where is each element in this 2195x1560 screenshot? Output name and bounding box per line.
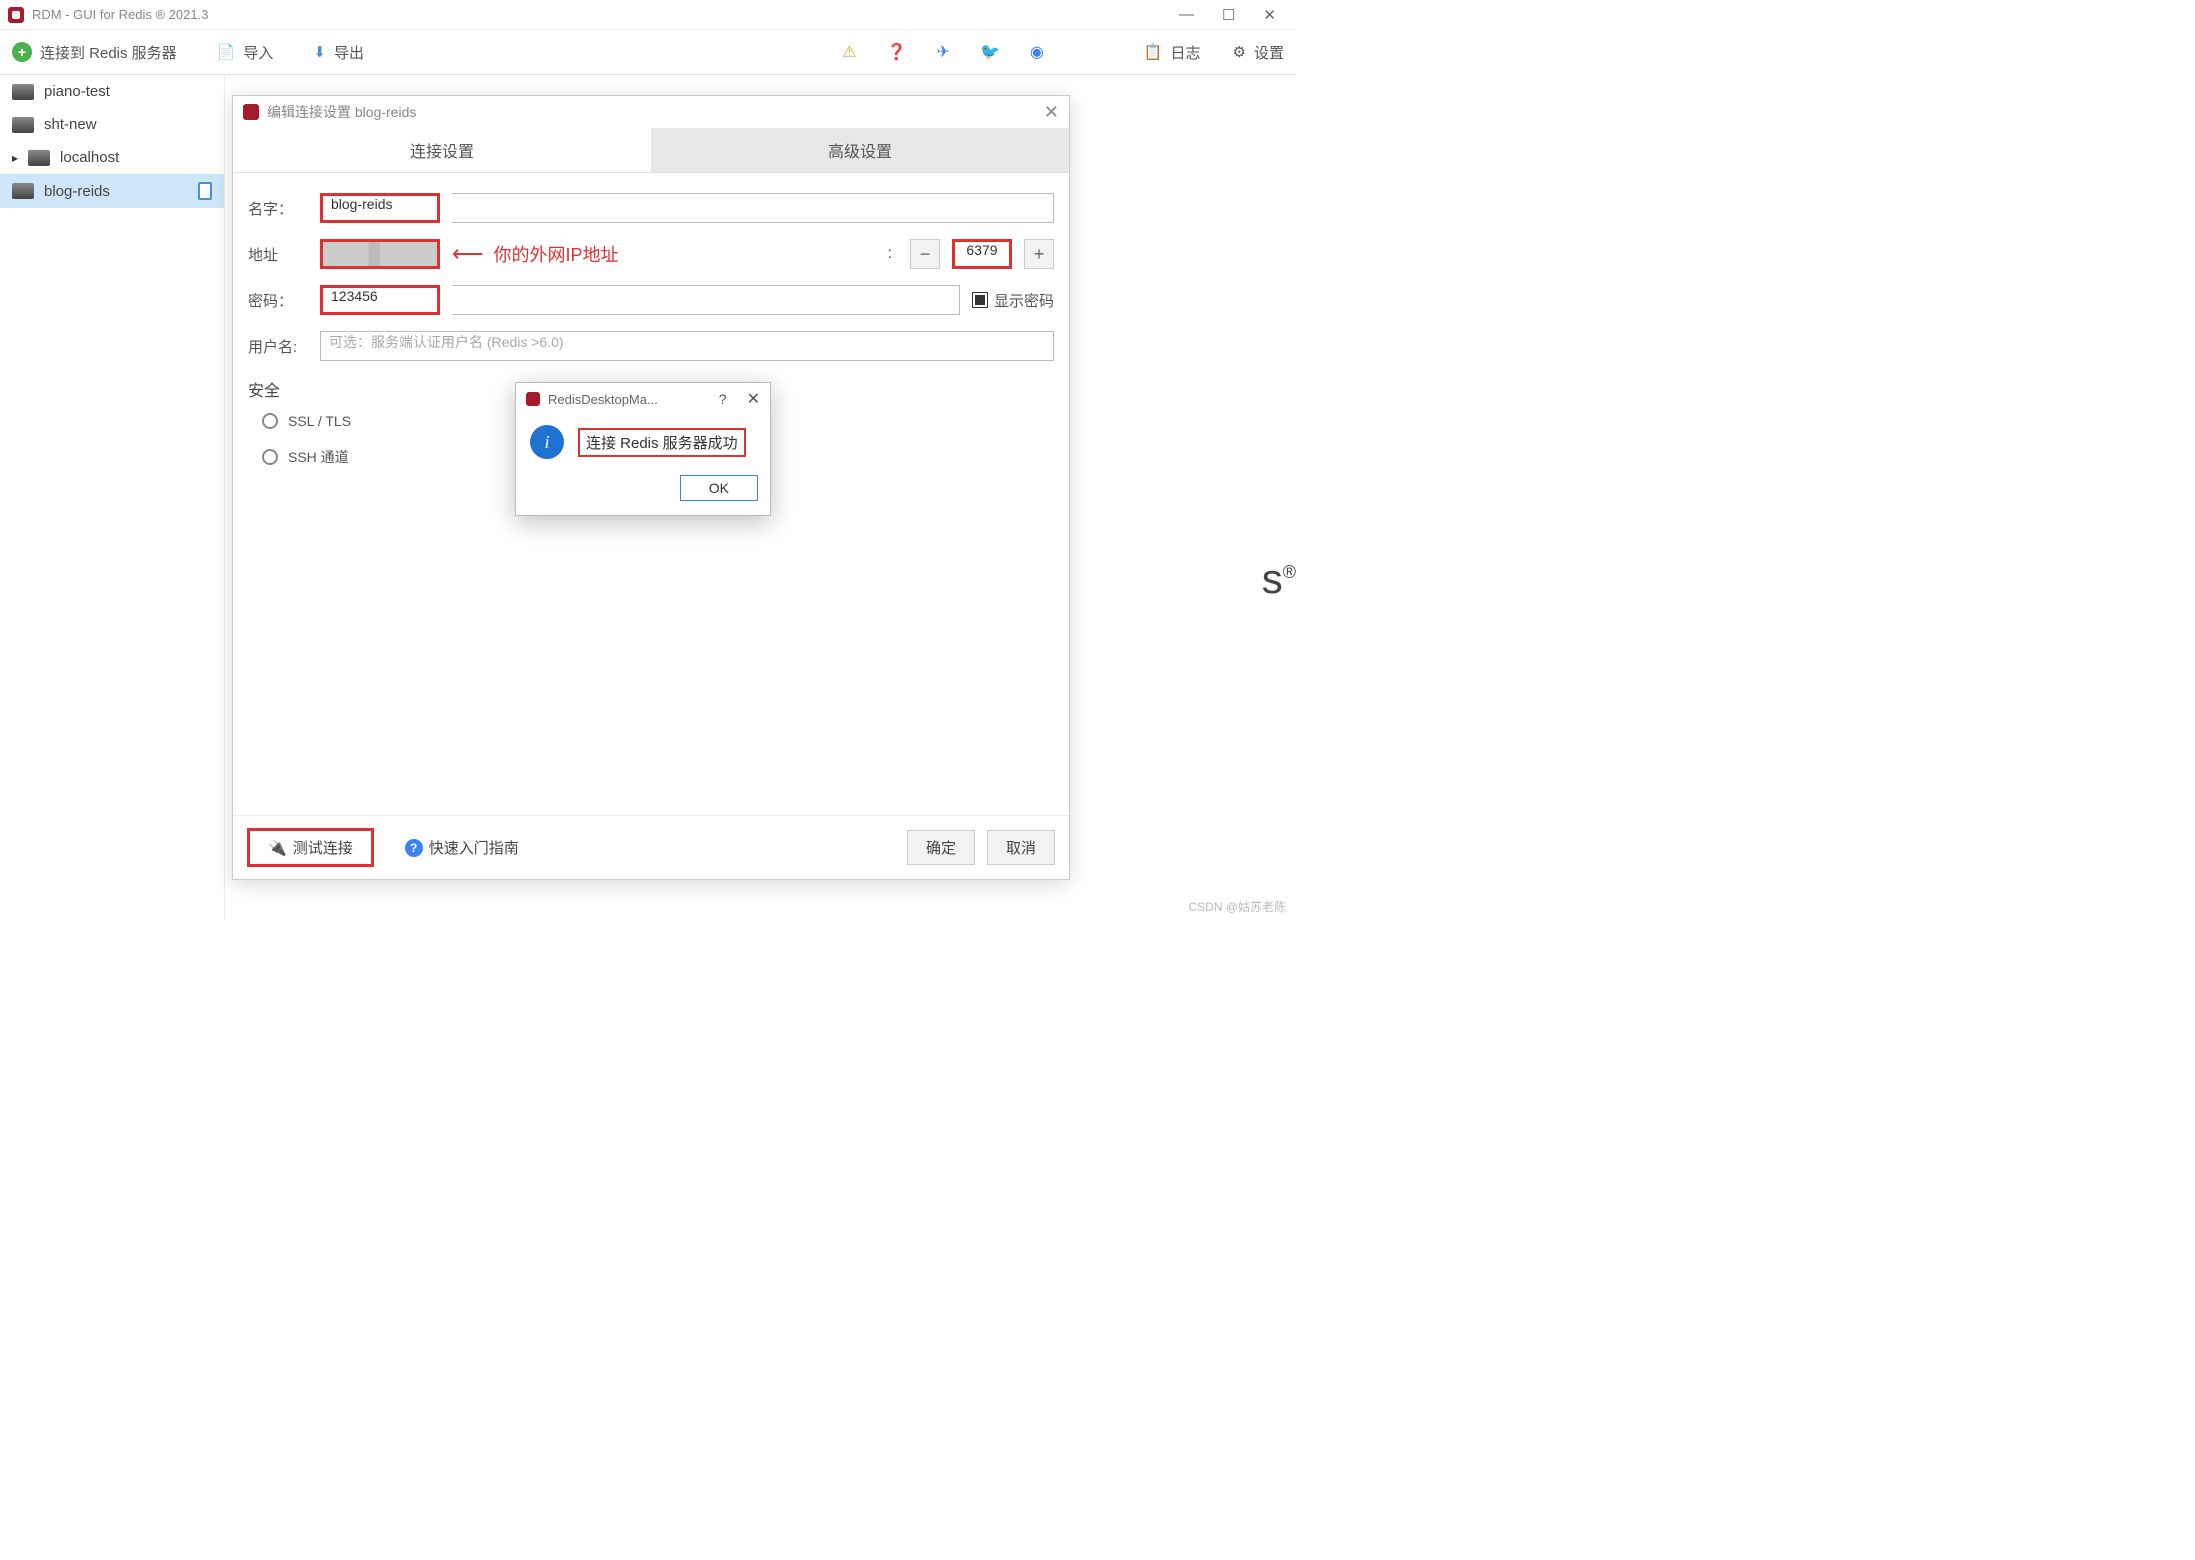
username-input[interactable]: 可选：服务端认证用户名 (Redis >6.0) — [320, 331, 1054, 361]
import-icon: 📄 — [217, 43, 236, 61]
address-input[interactable]: ____ — [320, 239, 440, 269]
radio-icon — [262, 449, 278, 465]
address-colon: : — [882, 245, 898, 263]
cancel-button[interactable]: 取消 — [987, 830, 1055, 865]
password-input-rest[interactable] — [452, 285, 960, 315]
plus-icon: + — [12, 42, 32, 62]
help-icon[interactable]: ❓ — [887, 42, 907, 62]
row-name: 名字： blog-reids — [248, 193, 1054, 223]
watermark: CSDN @姑苏老陈 — [1188, 898, 1286, 915]
dialog-footer: 🔌 测试连接 ? 快速入门指南 确定 取消 — [233, 815, 1069, 879]
dialog-tabs: 连接设置 高级设置 — [233, 128, 1069, 173]
connection-sidebar: piano-test sht-new ▸ localhost blog-reid… — [0, 75, 225, 921]
server-icon — [12, 183, 34, 199]
password-input[interactable]: 123456 — [320, 285, 440, 315]
msgbox-help-button[interactable]: ? — [719, 391, 727, 407]
clipboard-icon[interactable] — [198, 182, 212, 200]
name-input-rest[interactable] — [452, 193, 1054, 223]
background-logo-fragment: s® — [1262, 555, 1296, 603]
import-button[interactable]: 📄 导入 — [217, 42, 274, 63]
question-icon: ? — [405, 839, 423, 857]
label-address: 地址 — [248, 244, 308, 265]
label-password: 密码： — [248, 290, 308, 311]
connection-item-piano-test[interactable]: piano-test — [0, 75, 224, 108]
warning-icon[interactable]: ⚠ — [842, 42, 856, 62]
log-button[interactable]: 📋 日志 — [1144, 42, 1201, 63]
server-icon — [28, 150, 50, 166]
log-icon: 📋 — [1144, 43, 1163, 61]
label-username: 用户名: — [248, 336, 308, 357]
msgbox-titlebar: RedisDesktopMa... ? ✕ — [516, 383, 770, 415]
plug-icon: 🔌 — [268, 839, 287, 857]
connection-item-sht-new[interactable]: sht-new — [0, 108, 224, 141]
dialog-close-button[interactable]: ✕ — [1044, 102, 1059, 123]
test-connection-button[interactable]: 🔌 测试连接 — [247, 828, 374, 867]
checkbox-icon — [972, 292, 988, 308]
gear-icon: ⚙ — [1233, 43, 1246, 61]
msgbox-message: 连接 Redis 服务器成功 — [578, 428, 746, 457]
window-titlebar: RDM - GUI for Redis ® 2021.3 — ☐ ✕ — [0, 0, 1296, 30]
name-input[interactable]: blog-reids — [320, 193, 440, 223]
expand-icon[interactable]: ▸ — [12, 151, 18, 165]
window-controls: — ☐ ✕ — [1179, 6, 1288, 24]
show-password-toggle[interactable]: 显示密码 — [972, 290, 1054, 311]
export-icon: ⬇ — [313, 43, 326, 61]
maximize-button[interactable]: ☐ — [1222, 6, 1235, 24]
dialog-titlebar: 编辑连接设置 blog-reids ✕ — [233, 96, 1069, 128]
port-decrement[interactable]: − — [910, 239, 940, 269]
server-icon — [12, 84, 34, 100]
msgbox-title: RedisDesktopMa... — [548, 392, 711, 407]
arrow-left-icon: ⟵ — [452, 241, 484, 267]
github-icon[interactable]: ◉ — [1030, 42, 1044, 62]
main-toolbar: + 连接到 Redis 服务器 📄 导入 ⬇ 导出 ⚠ ❓ ✈ 🐦 ◉ 📋 日志… — [0, 30, 1296, 75]
toolbar-right: 📋 日志 ⚙ 设置 — [1144, 42, 1284, 63]
row-password: 密码： 123456 显示密码 — [248, 285, 1054, 315]
message-box: RedisDesktopMa... ? ✕ i 连接 Redis 服务器成功 O… — [515, 382, 771, 516]
tab-advanced-settings[interactable]: 高级设置 — [651, 128, 1069, 172]
close-button[interactable]: ✕ — [1263, 6, 1276, 24]
window-title: RDM - GUI for Redis ® 2021.3 — [32, 7, 208, 22]
telegram-icon[interactable]: ✈ — [937, 42, 950, 62]
port-increment[interactable]: + — [1024, 239, 1054, 269]
connect-label: 连接到 Redis 服务器 — [40, 42, 177, 63]
msgbox-close-button[interactable]: ✕ — [747, 389, 760, 409]
msgbox-footer: OK — [516, 467, 770, 515]
minimize-button[interactable]: — — [1179, 6, 1194, 24]
quick-start-guide-button[interactable]: ? 快速入门指南 — [386, 830, 538, 865]
row-address: 地址 ____ ⟵ 你的外网IP地址 : − 6379 + — [248, 239, 1054, 269]
label-name: 名字： — [248, 198, 308, 219]
dialog-app-icon — [243, 104, 259, 120]
connect-server-button[interactable]: + 连接到 Redis 服务器 — [12, 42, 177, 63]
ok-button[interactable]: 确定 — [907, 830, 975, 865]
dialog-title: 编辑连接设置 blog-reids — [267, 102, 416, 122]
settings-button[interactable]: ⚙ 设置 — [1233, 42, 1284, 63]
msgbox-ok-button[interactable]: OK — [680, 475, 758, 501]
info-icon: i — [530, 425, 564, 459]
msgbox-app-icon — [526, 392, 540, 406]
app-icon — [8, 7, 24, 23]
port-input[interactable]: 6379 — [952, 239, 1012, 269]
connection-item-localhost[interactable]: ▸ localhost — [0, 141, 224, 174]
connection-item-blog-reids[interactable]: blog-reids — [0, 174, 224, 208]
msgbox-body: i 连接 Redis 服务器成功 — [516, 415, 770, 467]
server-icon — [12, 117, 34, 133]
export-button[interactable]: ⬇ 导出 — [313, 42, 364, 63]
annotation-address: ⟵ 你的外网IP地址 — [452, 241, 619, 267]
radio-icon — [262, 413, 278, 429]
toolbar-link-icons: ⚠ ❓ ✈ 🐦 ◉ — [842, 42, 1044, 62]
row-username: 用户名: 可选：服务端认证用户名 (Redis >6.0) — [248, 331, 1054, 361]
tab-connection-settings[interactable]: 连接设置 — [233, 128, 651, 172]
twitter-icon[interactable]: 🐦 — [980, 42, 1000, 62]
